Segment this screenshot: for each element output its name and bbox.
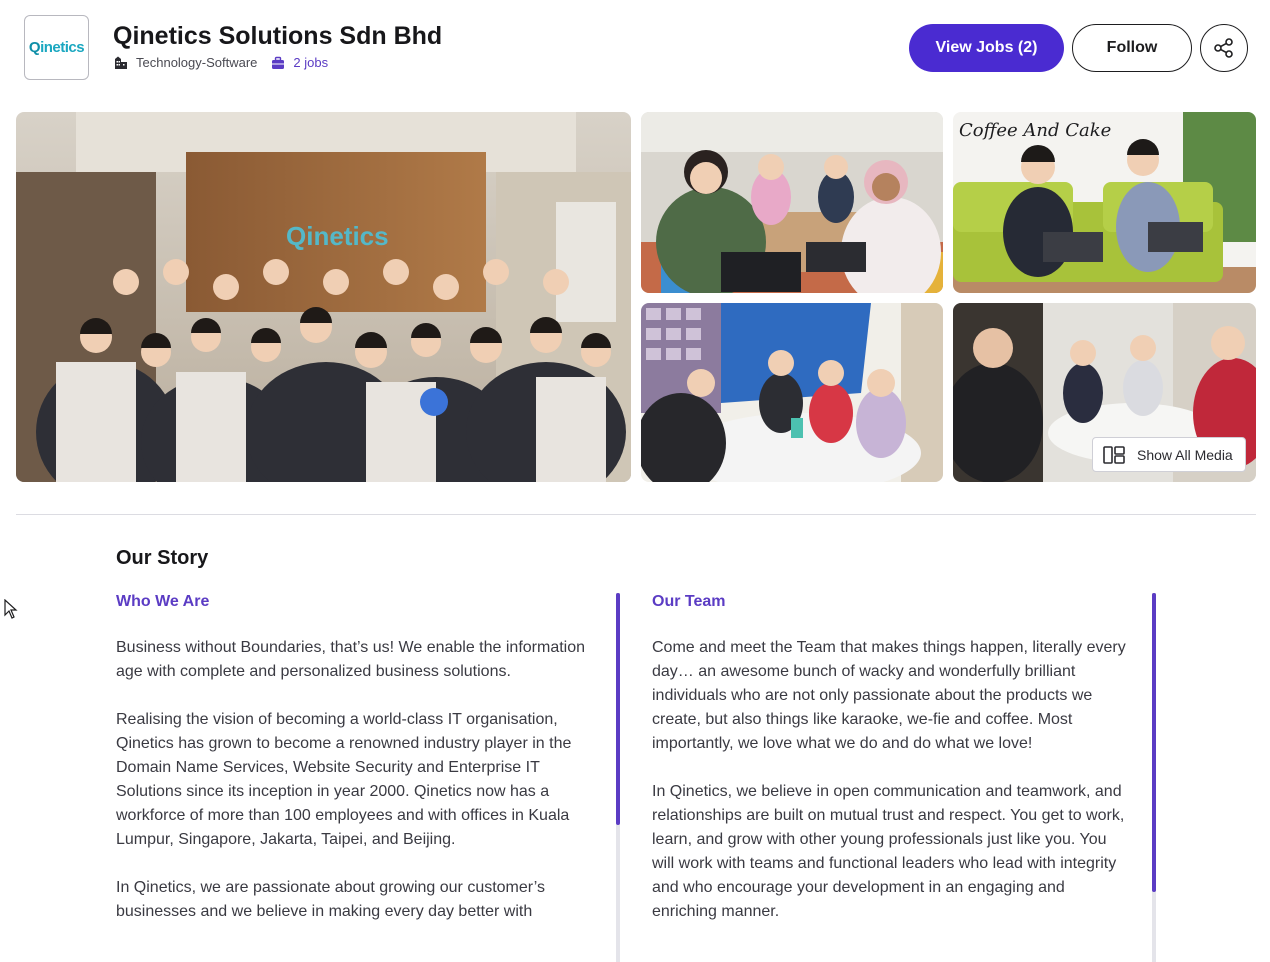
- who-we-are-paragraph: Realising the vision of becoming a world…: [116, 711, 572, 848]
- team-photo-image: Qinetics: [16, 112, 631, 482]
- media-gallery: Qinetics Coffee And Cake: [16, 112, 1256, 482]
- who-we-are-text: Business without Boundaries, that’s us! …: [116, 636, 596, 948]
- follow-button[interactable]: Follow: [1072, 24, 1192, 72]
- meeting-photo-image: [641, 112, 943, 293]
- gallery-photo-team-group[interactable]: Qinetics: [16, 112, 631, 482]
- story-title: Our Story: [116, 547, 209, 569]
- wall-sign-text: Qinetics: [286, 221, 389, 251]
- our-team-paragraph: Come and meet the Team that makes things…: [652, 639, 1126, 752]
- who-we-are-scroll-thumb[interactable]: [616, 593, 620, 825]
- pantry-photo-image: [641, 303, 943, 482]
- who-we-are-heading: Who We Are: [116, 593, 210, 610]
- section-divider: [16, 514, 1256, 515]
- company-logo[interactable]: Qinetics: [24, 15, 89, 80]
- gallery-photo-coffee-and-cake[interactable]: Coffee And Cake: [953, 112, 1256, 293]
- gallery-photo-meeting[interactable]: [641, 112, 943, 293]
- gallery-photo-pantry[interactable]: [641, 303, 943, 482]
- jobs-count-link[interactable]: 2 jobs: [293, 55, 328, 70]
- company-meta: Technology-Software 2 jobs: [114, 55, 328, 70]
- share-button[interactable]: [1200, 24, 1248, 72]
- who-we-are-paragraph: In Qinetics, we are passionate about gro…: [116, 879, 545, 920]
- view-jobs-button[interactable]: View Jobs (2): [909, 24, 1064, 72]
- briefcase-icon: [272, 56, 285, 69]
- our-team-scrollbar[interactable]: [1152, 593, 1156, 962]
- our-team-scroll-thumb[interactable]: [1152, 593, 1156, 892]
- who-we-are-scrollbar[interactable]: [616, 593, 620, 962]
- show-all-media-button[interactable]: Show All Media: [1092, 437, 1246, 472]
- show-all-media-label: Show All Media: [1137, 446, 1233, 463]
- mouse-cursor-icon: [4, 599, 18, 619]
- our-team-text: Come and meet the Team that makes things…: [652, 636, 1132, 948]
- who-we-are-paragraph: Business without Boundaries, that’s us! …: [116, 639, 586, 680]
- company-header: Qinetics Qinetics Solutions Sdn Bhd Tech…: [0, 0, 1270, 96]
- company-name: Qinetics Solutions Sdn Bhd: [113, 22, 443, 50]
- our-team-paragraph: In Qinetics, we believe in open communic…: [652, 783, 1125, 920]
- logo-letter: Q: [28, 39, 41, 56]
- building-icon: [115, 56, 127, 69]
- industry-label: Technology-Software: [136, 55, 258, 70]
- share-icon: [1214, 38, 1233, 58]
- coffee-photo-image: Coffee And Cake: [953, 112, 1256, 293]
- logo-word: inetics: [40, 39, 85, 56]
- our-team-heading: Our Team: [652, 593, 726, 610]
- gallery-grid-icon: [1103, 445, 1125, 464]
- cafe-sign-text: Coffee And Cake: [959, 120, 1111, 141]
